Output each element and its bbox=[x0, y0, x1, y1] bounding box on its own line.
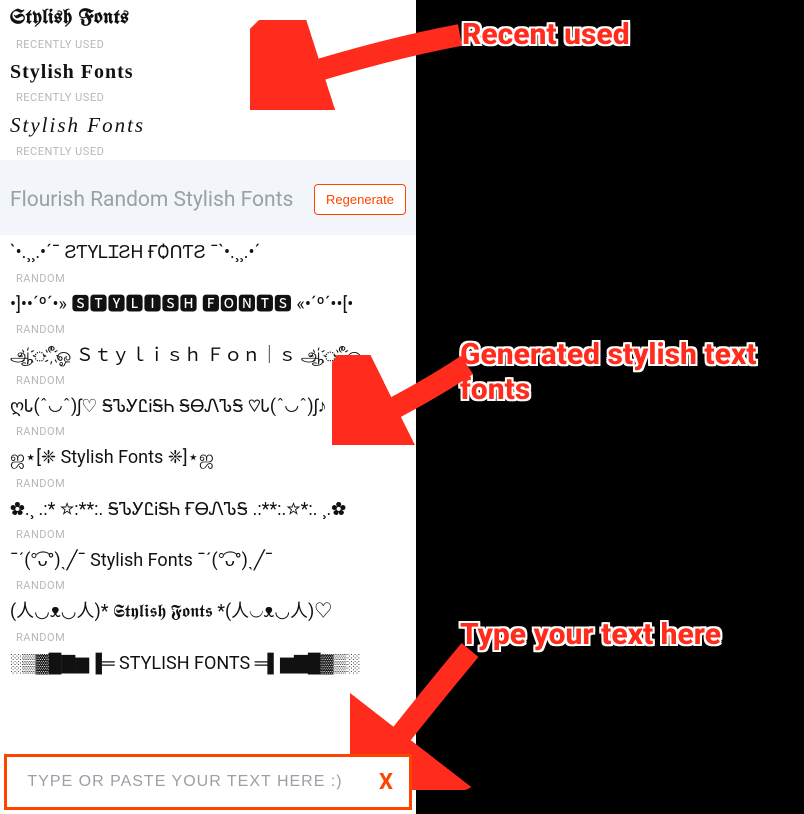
regenerate-button[interactable]: Regenerate bbox=[314, 184, 406, 215]
random-meta: RANDOM bbox=[16, 323, 406, 336]
annotation-type: Type your text here bbox=[460, 618, 790, 653]
random-text: ░▒▓█▇▆▐═ STYLISH FONTS ═▌▆▇█▓▒░ bbox=[10, 652, 406, 676]
random-text: (人◡ᴥ◡人)* 𝕾𝖙𝖞𝖑𝖎𝖘𝖍 𝕱𝖔𝖓𝖙𝖘 *(人◡ᴥ◡人)♡ bbox=[10, 600, 406, 624]
recent-meta: RECENTLY USED bbox=[16, 38, 406, 51]
app-panel: Stylish Fonts RECENTLY USED Stylish Font… bbox=[0, 0, 416, 814]
random-meta: RANDOM bbox=[16, 477, 406, 490]
text-input[interactable] bbox=[7, 773, 363, 791]
scroll-area: Stylish Fonts RECENTLY USED Stylish Font… bbox=[0, 0, 416, 750]
random-item[interactable]: `•.¸¸.•´¯ ƧƬYᏞꞮƧH ҒѺᑎƬƧ ¯`•.¸¸.•´ RANDOM bbox=[0, 235, 416, 286]
text-input-bar: X bbox=[4, 754, 412, 810]
random-meta: RANDOM bbox=[16, 579, 406, 592]
recent-item[interactable]: Stylish Fonts RECENTLY USED bbox=[0, 0, 416, 53]
flourish-header: Flourish Random Stylish Fonts Regenerate bbox=[0, 160, 416, 235]
random-meta: RANDOM bbox=[16, 272, 406, 285]
annotation-generated: Generated stylish text fonts bbox=[460, 338, 790, 407]
recent-meta: RECENTLY USED bbox=[16, 145, 406, 158]
random-text: ღᏓ(ˆ◡ˆ)ʃ♡ ᎦᏖᎩᏝᎥᎦᏂ ᎦᎾᏁᏖᎦ ♡Ꮣ(ˆ◡ˆ)ʃ♪ bbox=[10, 395, 406, 419]
random-text: `•.¸¸.•´¯ ƧƬYᏞꞮƧH ҒѺᑎƬƧ ¯`•.¸¸.•´ bbox=[10, 241, 406, 265]
font-sample: Stylish Fonts bbox=[10, 6, 406, 32]
random-item[interactable]: (人◡ᴥ◡人)* 𝕾𝖙𝖞𝖑𝖎𝖘𝖍 𝕱𝖔𝖓𝖙𝖘 *(人◡ᴥ◡人)♡ RANDOM bbox=[0, 594, 416, 645]
random-item[interactable]: ஜ⋆[❈ Stylish Fonts ❈]⋆ஜ RANDOM bbox=[0, 440, 416, 491]
random-item[interactable]: ஆ҉ீ҉ஓ Ｓｔｙｌｉｓｈ Ｆｏｎ｜ｓ ஆ҉ீ҉ஓ RANDOM bbox=[0, 338, 416, 389]
recent-item[interactable]: Stylish Fonts RECENTLY USED bbox=[0, 106, 416, 160]
random-text: ✿.¸ .:* ☆:**:. ᎦᏖᎩᏝᎥᎦᏂ ҒᎾᏁᏖᎦ .:**:.☆*:. … bbox=[10, 498, 406, 522]
random-item[interactable]: •]••´º´•» 🆂🆃🆈🅻🅸🆂🅷 🅵🅾🅽🆃🆂 «•´º´••[• RANDOM bbox=[0, 287, 416, 338]
random-item[interactable]: ღᏓ(ˆ◡ˆ)ʃ♡ ᎦᏖᎩᏝᎥᎦᏂ ᎦᎾᏁᏖᎦ ♡Ꮣ(ˆ◡ˆ)ʃ♪ RANDOM bbox=[0, 389, 416, 440]
recent-item[interactable]: Stylish Fonts RECENTLY USED bbox=[0, 53, 416, 106]
font-sample: Stylish Fonts bbox=[10, 59, 406, 85]
recent-meta: RECENTLY USED bbox=[16, 91, 406, 104]
random-item[interactable]: ✿.¸ .:* ☆:**:. ᎦᏖᎩᏝᎥᎦᏂ ҒᎾᏁᏖᎦ .:**:.☆*:. … bbox=[0, 492, 416, 543]
flourish-title: Flourish Random Stylish Fonts bbox=[10, 188, 293, 212]
random-meta: RANDOM bbox=[16, 374, 406, 387]
random-meta: RANDOM bbox=[16, 528, 406, 541]
random-meta: RANDOM bbox=[16, 631, 406, 644]
random-text: ¯ˊ(°͡ᴗ°)ˎ╱¯ Stylish Fonts ¯ˊ(°͡ᴗ°)ˎ╱¯ bbox=[10, 549, 406, 573]
annotation-recent: Recent used bbox=[462, 18, 630, 53]
clear-button[interactable]: X bbox=[363, 770, 409, 795]
random-item[interactable]: ░▒▓█▇▆▐═ STYLISH FONTS ═▌▆▇█▓▒░ bbox=[0, 646, 416, 678]
random-text: ஆ҉ீ҉ஓ Ｓｔｙｌｉｓｈ Ｆｏｎ｜ｓ ஆ҉ீ҉ஓ bbox=[10, 344, 406, 368]
random-text: ஜ⋆[❈ Stylish Fonts ❈]⋆ஜ bbox=[10, 446, 406, 470]
random-text: •]••´º´•» 🆂🆃🆈🅻🅸🆂🅷 🅵🅾🅽🆃🆂 «•´º´••[• bbox=[10, 293, 406, 317]
random-item[interactable]: ¯ˊ(°͡ᴗ°)ˎ╱¯ Stylish Fonts ¯ˊ(°͡ᴗ°)ˎ╱¯ RA… bbox=[0, 543, 416, 594]
font-sample: Stylish Fonts bbox=[10, 112, 406, 139]
random-meta: RANDOM bbox=[16, 425, 406, 438]
